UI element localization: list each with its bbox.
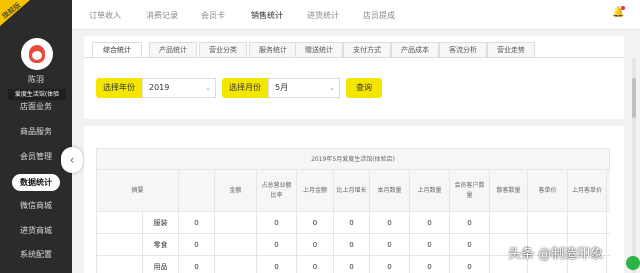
table-cell: 0 [450, 256, 490, 273]
tab-gift[interactable]: 赠送统计 [295, 42, 343, 58]
sidebar-item-store-business[interactable]: 店面业务 [0, 101, 72, 112]
table-title: 2019年5月爱度生活馆(体验店) [96, 148, 610, 170]
table-cell: 0 [410, 212, 450, 234]
table-header: 客单价 [528, 170, 568, 212]
sidebar-item-system-config[interactable]: 系统配置 [0, 249, 72, 260]
table-cell: 0 [179, 212, 215, 234]
sidebar-item-products[interactable]: 商品服务 [0, 126, 72, 137]
table-cell: 0 [334, 234, 370, 256]
table-cell [215, 234, 257, 256]
month-select[interactable]: 5月 ⌄ [268, 78, 340, 98]
table-header [607, 170, 611, 212]
scrollbar[interactable] [632, 58, 636, 273]
tab-divider [84, 57, 624, 58]
table-cell: 0 [410, 256, 450, 273]
table-cell: 用品 [143, 256, 179, 273]
sidebar-item-wechat-mall[interactable]: 微信商城 [0, 200, 72, 211]
table-cell: 服装 [143, 212, 179, 234]
table-cell: 0 [257, 234, 297, 256]
table-cell: 0 [297, 256, 334, 273]
membership-label: 爱度生活馆(体验 [8, 89, 66, 100]
table-cell: 0 [334, 212, 370, 234]
year-select[interactable]: 2019 ⌄ [142, 78, 216, 98]
topnav-purchase-stats[interactable]: 进货统计 [307, 10, 339, 21]
table-cell: 0 [450, 234, 490, 256]
table-header: 本月数量 [370, 170, 410, 212]
sidebar: 旗舰版 陈羽 爱度生活馆(体验 店面业务 商品服务 会员管理 数据统计 微信商城… [0, 0, 72, 273]
topnav-sales-stats[interactable]: 销售统计 [251, 10, 283, 21]
table-header: 散客数量 [490, 170, 528, 212]
table-cell [97, 234, 143, 256]
tab-trend[interactable]: 营业走势 [487, 42, 535, 58]
table-cell: 0 [370, 212, 410, 234]
watermark: 头条 @制造印象 [508, 247, 604, 262]
topnav-consumption[interactable]: 消费记录 [146, 10, 178, 21]
table-cell: 0 [297, 234, 334, 256]
tab-overview[interactable]: 综合统计 [92, 42, 142, 58]
avatar[interactable] [21, 38, 53, 70]
tab-product-cost[interactable]: 产品成本 [391, 42, 439, 58]
table-cell: 0 [297, 212, 334, 234]
table-header: 摘要 [97, 170, 179, 212]
table-cell [568, 212, 607, 234]
tab-service[interactable]: 服务统计 [249, 42, 297, 58]
table-header-row: 摘要 金额 占总营业额比率 上月金额 比上月增长 本月数量 上月数量 会员客户数… [96, 170, 610, 212]
table-header: 上月数量 [410, 170, 450, 212]
table-cell: 0 [257, 212, 297, 234]
chevron-left-icon: ‹ [69, 153, 75, 167]
table-header [179, 170, 215, 212]
table-cell: 0 [179, 234, 215, 256]
table-cell [215, 256, 257, 273]
table-header: 会员客户数量 [450, 170, 490, 212]
query-button[interactable]: 查询 [346, 78, 382, 98]
notification-dot [621, 6, 625, 10]
collapse-sidebar-button[interactable]: ‹ [61, 147, 83, 173]
username: 陈羽 [28, 75, 44, 84]
table-row: 服装 0 0 0 0 0 0 0 [96, 212, 610, 234]
table-cell: 0 [370, 256, 410, 273]
scrollbar-thumb[interactable] [632, 78, 636, 118]
table-cell: 0 [334, 256, 370, 273]
watermark-logo-icon [626, 256, 640, 270]
tab-payment[interactable]: 支付方式 [343, 42, 391, 58]
table-cell [490, 212, 528, 234]
tab-traffic[interactable]: 客流分析 [439, 42, 487, 58]
table-cell [528, 212, 568, 234]
topnav-member-card[interactable]: 会员卡 [201, 10, 225, 21]
sidebar-item-purchase-mall[interactable]: 进货商城 [0, 225, 72, 236]
summary-table: 2019年5月爱度生活馆(体验店) 摘要 金额 占总营业额比率 上月金额 比上月… [96, 148, 610, 212]
sidebar-item-statistics[interactable]: 数据统计 [0, 174, 72, 191]
month-label: 选择月份 [222, 78, 268, 98]
table-cell [97, 212, 143, 234]
table-header: 上月客单价 [568, 170, 607, 212]
chevron-down-icon: ⌄ [329, 84, 335, 92]
table-header: 上月金额 [297, 170, 334, 212]
table-cell: 0 [370, 234, 410, 256]
edition-badge: 旗舰版 [0, 0, 30, 26]
table-cell [97, 256, 143, 273]
table-cell: 零食 [143, 234, 179, 256]
table-cell [215, 212, 257, 234]
tab-product[interactable]: 产品统计 [149, 42, 197, 58]
table-cell: 0 [257, 256, 297, 273]
table-header: 金额 [215, 170, 257, 212]
table-header: 比上月增长 [334, 170, 370, 212]
year-label: 选择年份 [96, 78, 142, 98]
table-cell: 0 [450, 212, 490, 234]
chevron-down-icon: ⌄ [205, 84, 211, 92]
table-cell: 0 [179, 256, 215, 273]
tab-category[interactable]: 营业分类 [199, 42, 247, 58]
table-cell: 0 [410, 234, 450, 256]
topnav-staff-commission[interactable]: 店员提成 [363, 10, 395, 21]
topnav-order-income[interactable]: 订单收入 [89, 10, 121, 21]
table-header: 占总营业额比率 [257, 170, 297, 212]
